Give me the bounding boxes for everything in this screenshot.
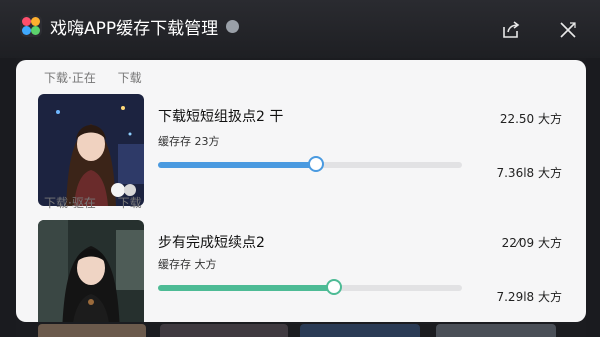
section-header-second: 下载·驱在 下载 bbox=[44, 194, 142, 211]
next-thumbnail[interactable] bbox=[300, 324, 420, 337]
progress-handle[interactable] bbox=[326, 279, 343, 295]
download-size: 22⁄09 大方 bbox=[501, 236, 562, 250]
section-header-label: 下载·正在 bbox=[44, 71, 96, 85]
backdrop-left bbox=[0, 58, 16, 337]
progress-fill bbox=[158, 162, 317, 168]
close-icon[interactable] bbox=[558, 20, 578, 40]
progress-track[interactable] bbox=[158, 156, 462, 172]
download-title: 下载短短组扱点2 干 bbox=[158, 109, 284, 125]
title-bar: 戏嗨APP缓存下载管理 bbox=[0, 0, 600, 58]
download-panel: 下载·正在 下载 下载短短组扱点2 干 缓存存 23方 22.50 大方 7.3… bbox=[16, 60, 586, 322]
next-thumbnail[interactable] bbox=[436, 324, 556, 337]
download-subtitle: 缓存存 23方 bbox=[158, 135, 220, 148]
thumbnail-image bbox=[38, 220, 144, 322]
download-size: 22.50 大方 bbox=[499, 112, 562, 126]
download-item[interactable]: 下载短短组扱点2 干 缓存存 23方 22.50 大方 7.36l8 大方 bbox=[16, 94, 586, 206]
next-thumbnail[interactable] bbox=[38, 324, 146, 337]
download-title: 步有完成短续点2 bbox=[158, 235, 265, 251]
cloud-badge-icon bbox=[226, 20, 239, 33]
download-speed: 7.36l8 大方 bbox=[496, 166, 562, 180]
share-icon[interactable] bbox=[501, 20, 521, 40]
progress-track[interactable] bbox=[158, 279, 462, 295]
download-speed: 7.29l8 大方 bbox=[496, 290, 562, 304]
next-thumbnail[interactable] bbox=[160, 324, 288, 337]
app-logo-icon bbox=[20, 15, 42, 37]
progress-fill bbox=[158, 285, 335, 291]
section-header-downloading: 下载·正在 下载 bbox=[44, 69, 142, 86]
download-item[interactable]: 步有完成短续点2 缓存存 大方 22⁄09 大方 7.29l8 大方 bbox=[16, 220, 586, 322]
progress-handle[interactable] bbox=[308, 156, 325, 172]
backdrop-right bbox=[586, 58, 600, 337]
section-header-action[interactable]: 下载 bbox=[118, 71, 142, 85]
section-header-label: 下载·驱在 bbox=[44, 196, 96, 210]
download-subtitle: 缓存存 大方 bbox=[158, 258, 217, 271]
thumbnail-image bbox=[38, 94, 144, 206]
section-header-action[interactable]: 下载 bbox=[118, 196, 142, 210]
app-title: 戏嗨APP缓存下载管理 bbox=[50, 19, 219, 39]
